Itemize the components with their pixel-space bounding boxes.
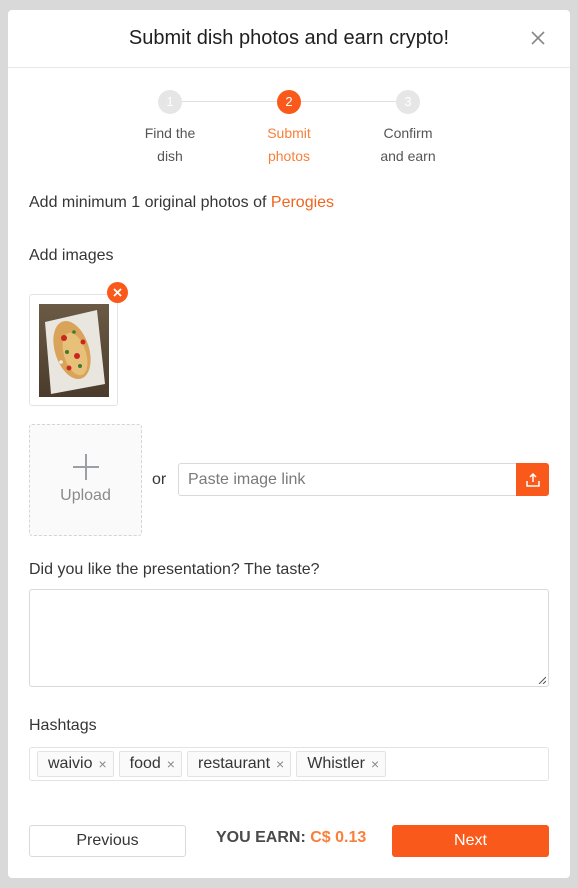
step-find-dish: 1 Find the dish: [125, 90, 215, 168]
progress-steps: 1 Find the dish 2 Submit photos 3 Confir…: [8, 90, 570, 170]
hashtag-chip: waivio ×: [37, 751, 114, 777]
upload-label: Upload: [60, 487, 111, 504]
remove-tag-icon[interactable]: ×: [371, 756, 379, 772]
hashtag-text: food: [129, 755, 161, 772]
earn-value: C$ 0.13: [310, 829, 367, 846]
add-images-label: Add images: [29, 247, 114, 264]
dish-photo: [39, 304, 109, 397]
submit-photos-modal: Submit dish photos and earn crypto! 1 Fi…: [8, 10, 570, 878]
review-label: Did you like the presentation? The taste…: [29, 561, 320, 578]
close-button[interactable]: [524, 24, 552, 52]
earnings-display: YOU EARN: C$ 0.13: [216, 829, 366, 847]
hashtags-input[interactable]: waivio × food × restaurant × Whistler ×: [29, 747, 549, 781]
plus-icon: [73, 454, 99, 480]
intro-label: Add minimum 1 original photos of: [29, 194, 267, 211]
modal-title: Submit dish photos and earn crypto!: [128, 27, 450, 49]
remove-image-icon: [113, 288, 122, 297]
hashtag-chip: food ×: [118, 751, 182, 777]
remove-image-button[interactable]: [107, 282, 128, 303]
resize-grip-icon[interactable]: [538, 676, 546, 684]
submit-link-button[interactable]: [516, 463, 549, 496]
upload-icon: [525, 472, 540, 487]
hashtag-chip: restaurant ×: [186, 751, 292, 777]
hashtag-text: Whistler: [307, 755, 365, 772]
hashtag-chip: Whistler ×: [296, 751, 387, 777]
remove-tag-icon[interactable]: ×: [276, 756, 284, 772]
remove-tag-icon[interactable]: ×: [98, 756, 106, 772]
modal-header: Submit dish photos and earn crypto!: [8, 10, 570, 68]
dish-name-link[interactable]: Perogies: [271, 194, 334, 211]
step-label: Submit photos: [267, 125, 311, 164]
previous-button[interactable]: Previous: [29, 825, 186, 857]
step-number: 3: [396, 90, 420, 114]
step-confirm-earn: 3 Confirm and earn: [363, 90, 453, 168]
or-separator: or: [152, 471, 167, 488]
hashtag-text: waivio: [48, 755, 93, 772]
review-textarea[interactable]: [29, 589, 549, 687]
step-number: 1: [158, 90, 182, 114]
uploaded-image-thumbnail[interactable]: [29, 294, 118, 406]
remove-tag-icon[interactable]: ×: [167, 756, 175, 772]
close-icon: [531, 31, 545, 45]
step-submit-photos: 2 Submit photos: [244, 90, 334, 168]
hashtag-text: restaurant: [197, 755, 271, 772]
step-label: Confirm and earn: [380, 125, 436, 164]
intro-text: Add minimum 1 original photos of Perogie…: [29, 194, 334, 212]
step-label: Find the dish: [144, 125, 196, 164]
next-button[interactable]: Next: [392, 825, 549, 857]
upload-button[interactable]: Upload: [29, 424, 142, 536]
step-number: 2: [277, 90, 301, 114]
hashtags-label: Hashtags: [29, 717, 97, 734]
image-link-input[interactable]: [178, 463, 517, 496]
earn-label: YOU EARN:: [216, 829, 306, 846]
